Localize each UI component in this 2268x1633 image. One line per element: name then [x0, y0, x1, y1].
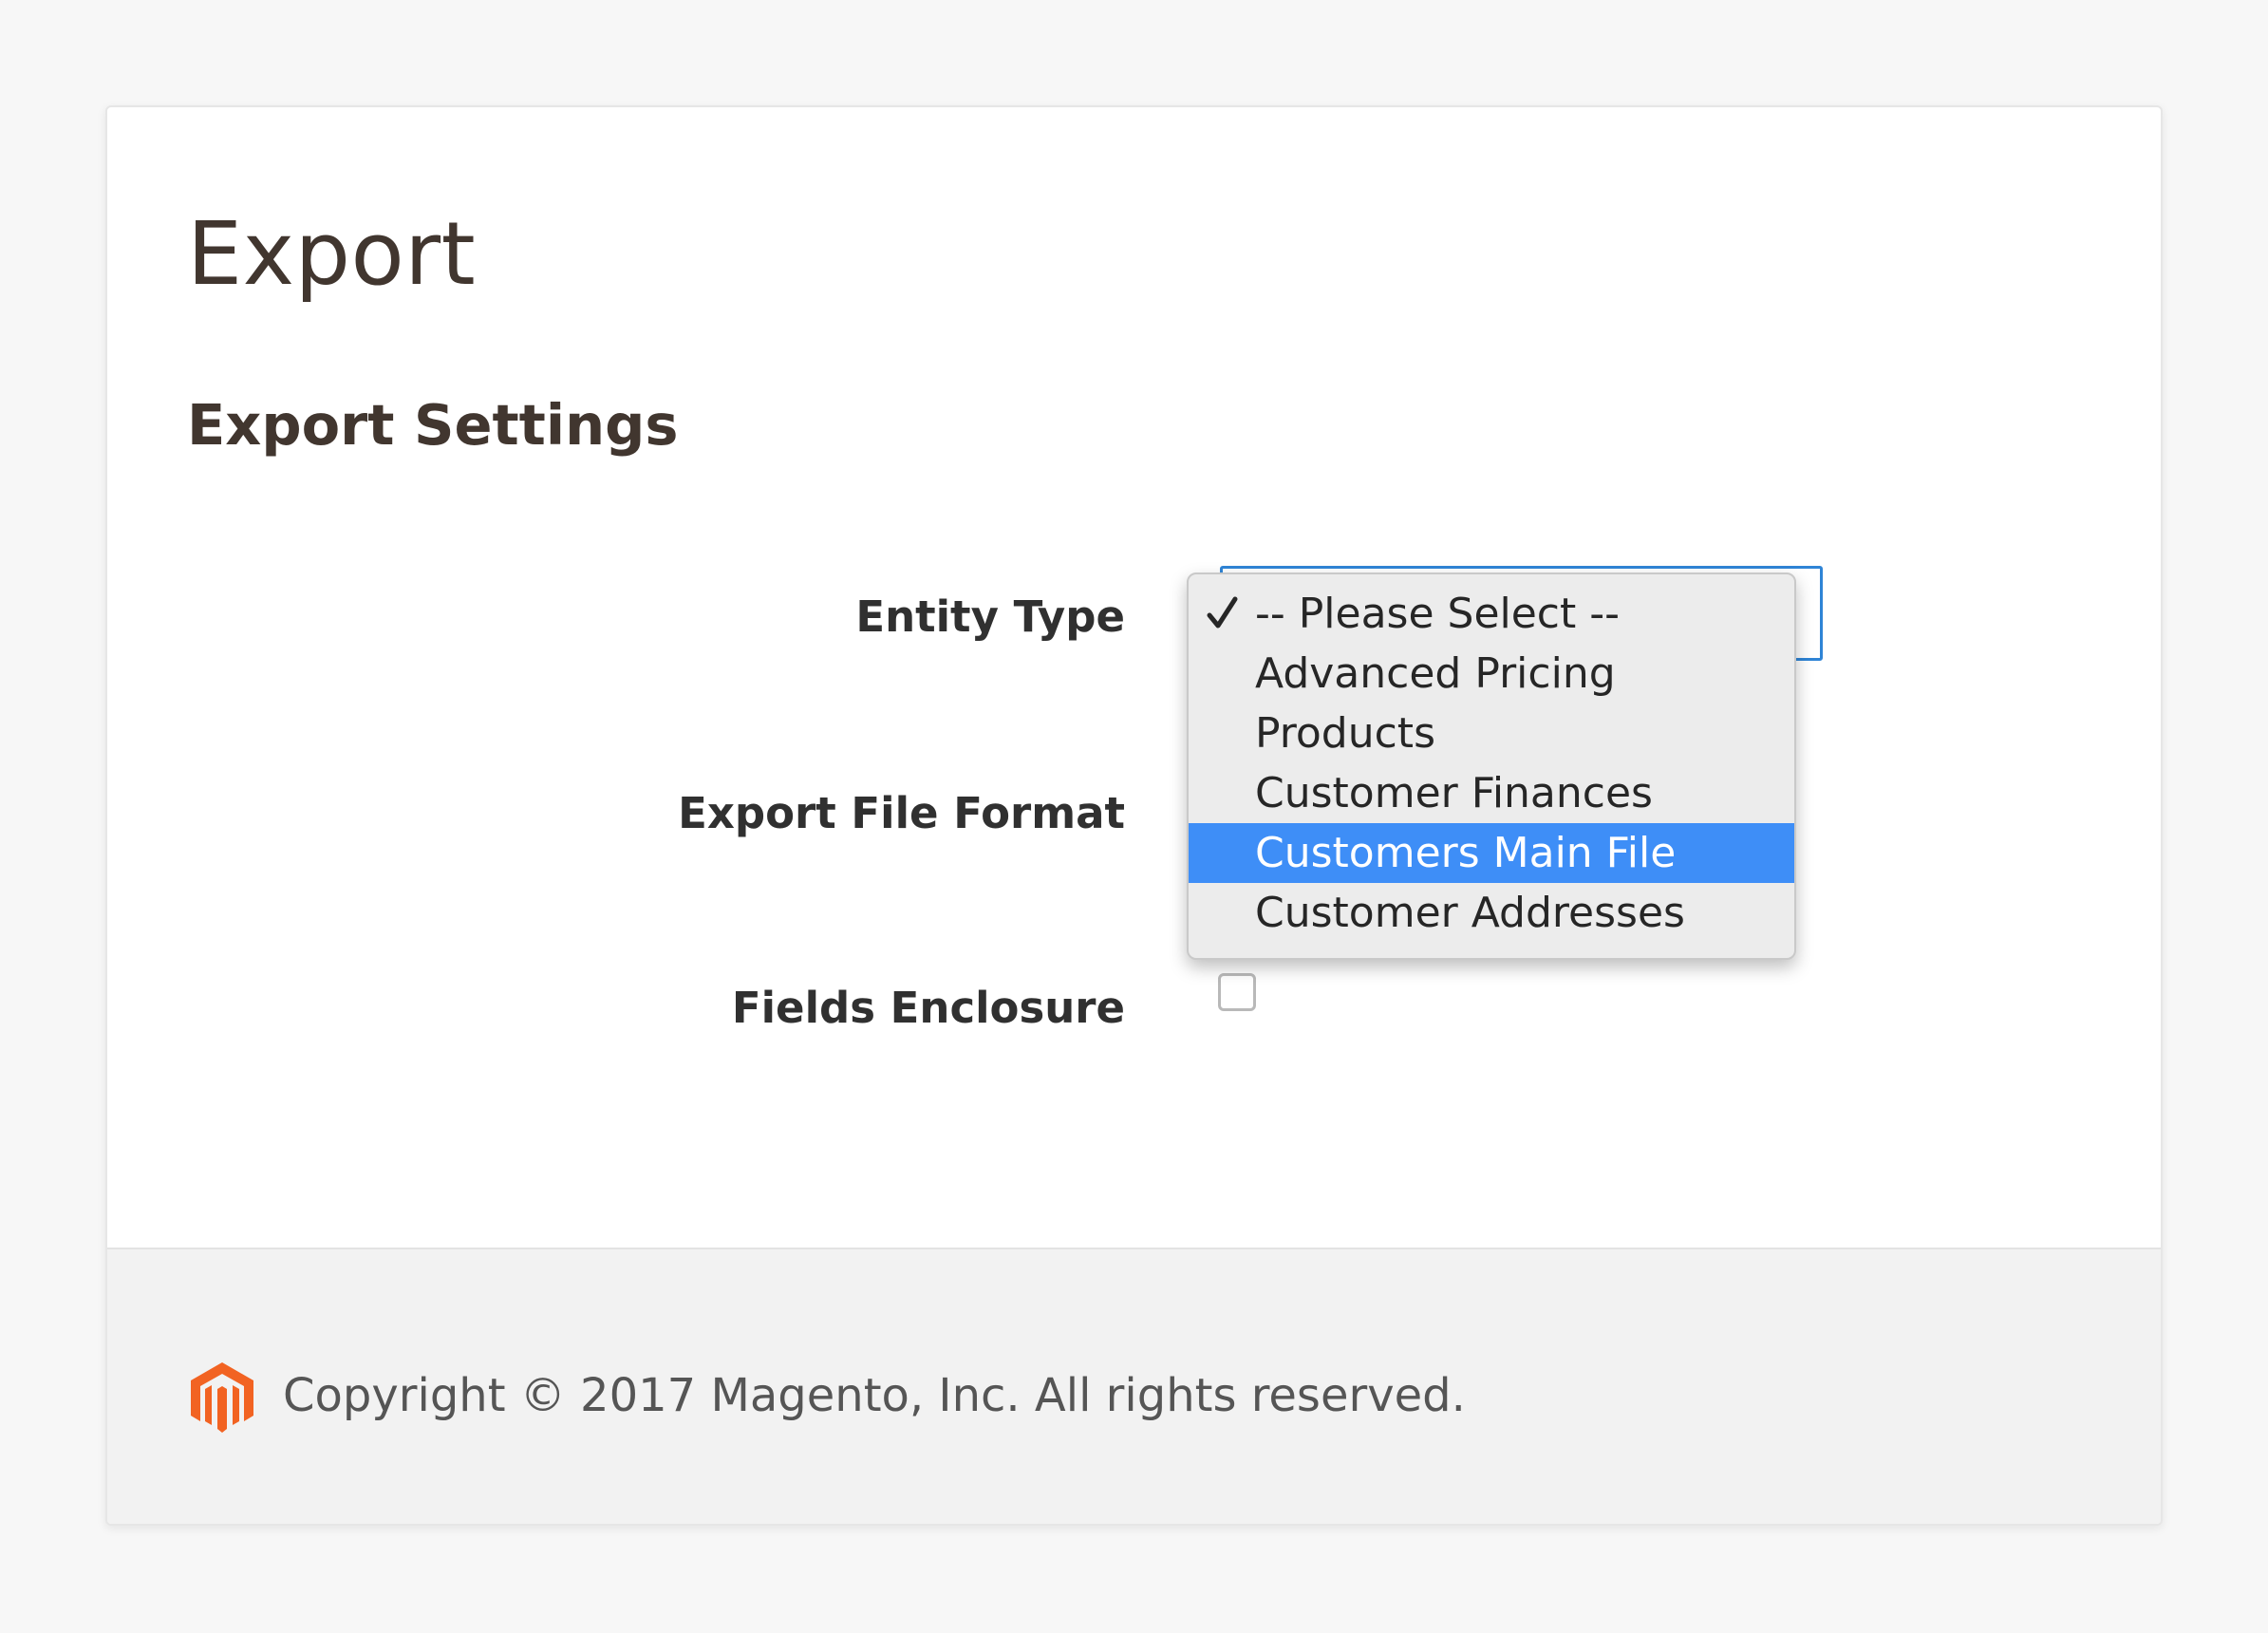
entity-type-label: Entity Type [855, 591, 1125, 642]
dropdown-option-customers-main-file[interactable]: Customers Main File [1189, 823, 1794, 883]
dropdown-option-customer-addresses[interactable]: Customer Addresses [1189, 883, 1794, 943]
dropdown-option-products[interactable]: Products [1189, 704, 1794, 763]
dropdown-option-label: Products [1255, 709, 1435, 758]
dropdown-option-label: Advanced Pricing [1255, 649, 1616, 698]
dropdown-option-customer-finances[interactable]: Customer Finances [1189, 763, 1794, 823]
fields-enclosure-checkbox[interactable] [1218, 973, 1256, 1011]
dropdown-option-advanced-pricing[interactable]: Advanced Pricing [1189, 644, 1794, 704]
fields-enclosure-label: Fields Enclosure [731, 983, 1125, 1033]
dropdown-option-label: -- Please Select -- [1255, 590, 1620, 638]
section-title-export-settings: Export Settings [187, 392, 679, 458]
dropdown-option-label: Customer Finances [1255, 769, 1653, 817]
export-panel: Export Export Settings Entity Type Expor… [105, 105, 2163, 1526]
page-title: Export [187, 203, 477, 305]
entity-type-dropdown-menu: -- Please Select -- Advanced Pricing Pro… [1187, 572, 1796, 960]
magento-logo-icon [191, 1362, 253, 1433]
dropdown-option-label: Customers Main File [1255, 829, 1677, 877]
dropdown-option-label: Customer Addresses [1255, 889, 1685, 937]
page-footer: Copyright © 2017 Magento, Inc. All right… [107, 1248, 2161, 1524]
checkmark-icon [1207, 596, 1238, 629]
dropdown-option-please-select[interactable]: -- Please Select -- [1189, 584, 1794, 644]
export-file-format-label: Export File Format [678, 788, 1125, 838]
copyright-text: Copyright © 2017 Magento, Inc. All right… [283, 1369, 1466, 1422]
